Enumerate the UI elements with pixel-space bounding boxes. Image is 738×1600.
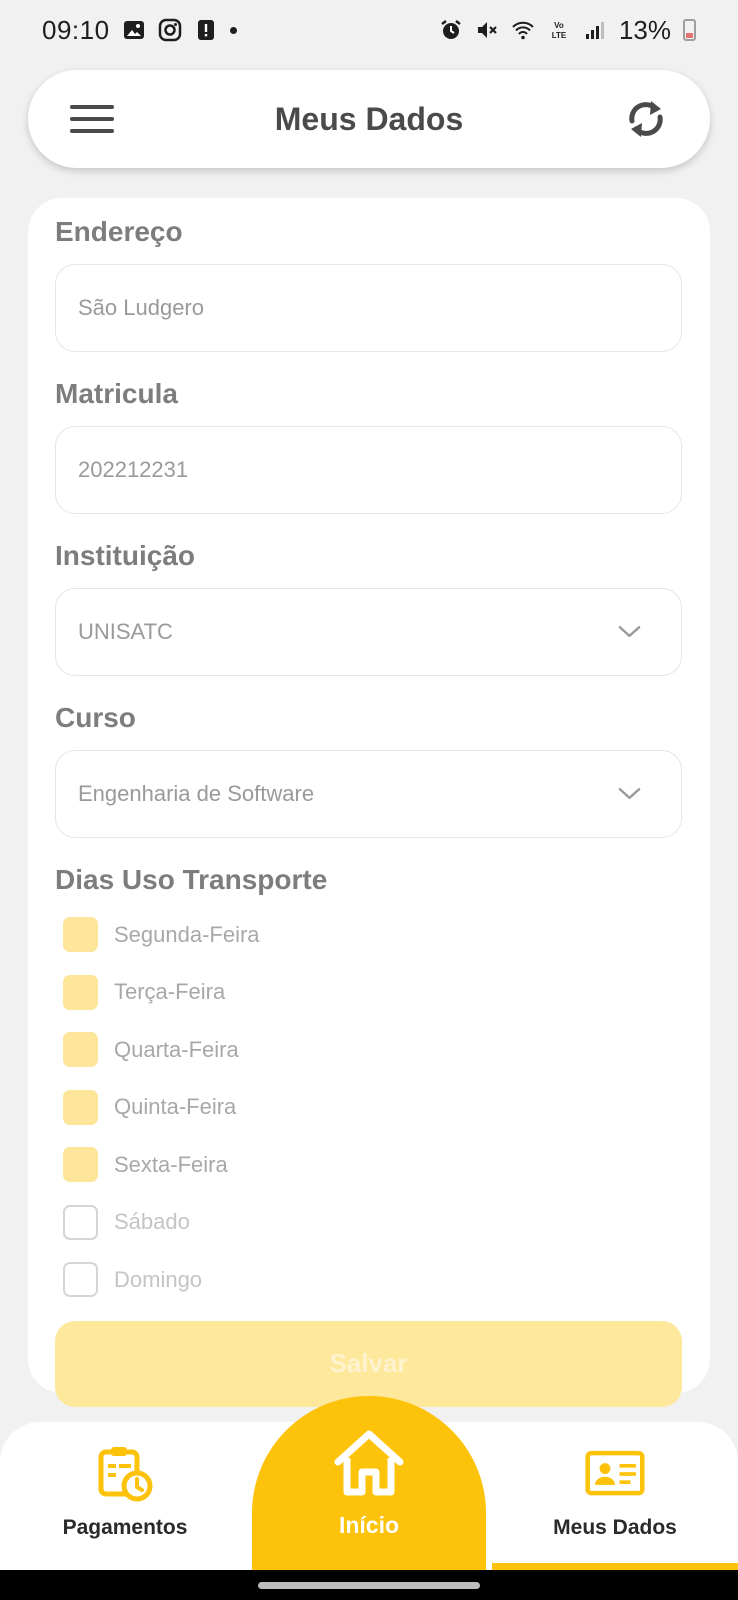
day-option-quinta[interactable]: Quinta-Feira [55, 1079, 683, 1137]
instituicao-value: UNISATC [78, 619, 173, 644]
status-bar: 09:10 Vo LTE 13% [0, 0, 738, 60]
nav-inicio-label: Início [338, 1512, 400, 1538]
hamburger-menu-icon [70, 105, 114, 133]
status-left: 09:10 [42, 15, 237, 46]
day-label: Sábado [114, 1209, 190, 1235]
day-option-sexta[interactable]: Sexta-Feira [55, 1136, 683, 1194]
day-label: Domingo [114, 1266, 203, 1292]
day-label: Sexta-Feira [114, 1151, 228, 1177]
day-option-terca[interactable]: Terça-Feira [55, 964, 683, 1022]
dias-checkbox-list: Segunda-Feira Terça-Feira Quarta-Feira Q… [55, 906, 683, 1309]
checkbox-checked[interactable] [63, 1147, 98, 1183]
alarm-icon [439, 18, 463, 42]
checkbox-checked[interactable] [63, 1032, 98, 1068]
signal-icon [583, 18, 607, 42]
matricula-label: Matricula [55, 378, 178, 409]
checkbox-checked[interactable] [63, 917, 98, 953]
wifi-icon [511, 18, 535, 42]
save-button[interactable]: Salvar [55, 1320, 682, 1407]
curso-label: Curso [55, 702, 136, 733]
form-card: Endereço Matricula Instituição UNISATC C… [28, 198, 710, 1407]
alert-icon [194, 18, 218, 42]
nav-meus-dados[interactable]: Meus Dados [520, 1422, 710, 1570]
svg-text:LTE: LTE [552, 31, 567, 40]
checkbox-unchecked[interactable] [63, 1262, 98, 1298]
day-label: Terça-Feira [114, 979, 226, 1005]
day-option-sabado[interactable]: Sábado [55, 1194, 683, 1252]
gallery-icon [122, 18, 146, 42]
battery-percentage: 13% [618, 14, 671, 45]
instituicao-label: Instituição [55, 540, 196, 571]
id-card-icon [585, 1444, 645, 1504]
battery-icon [683, 19, 696, 41]
chevron-down-icon [618, 788, 641, 800]
day-label: Quarta-Feira [114, 1036, 239, 1062]
status-time: 09:10 [42, 14, 110, 45]
volte-icon: Vo LTE [547, 18, 571, 42]
curso-select[interactable]: Engenharia de Software [55, 750, 682, 838]
sync-icon [629, 101, 663, 137]
home-gesture-handle[interactable] [258, 1582, 480, 1589]
day-option-quarta[interactable]: Quarta-Feira [55, 1021, 683, 1079]
checkbox-checked[interactable] [63, 1089, 98, 1125]
sync-button[interactable] [622, 95, 670, 143]
day-label: Quinta-Feira [114, 1094, 237, 1120]
app-header: Meus Dados [28, 70, 710, 168]
instagram-icon [158, 18, 182, 42]
page-title: Meus Dados [274, 100, 464, 137]
endereco-field[interactable] [55, 264, 682, 352]
endereco-label: Endereço [55, 216, 183, 247]
day-label: Segunda-Feira [114, 921, 260, 947]
endereco-input[interactable] [78, 295, 641, 321]
menu-button[interactable] [68, 95, 116, 143]
checkbox-unchecked[interactable] [63, 1204, 98, 1240]
payment-calendar-icon [95, 1444, 155, 1504]
checkbox-checked[interactable] [63, 974, 98, 1010]
day-option-segunda[interactable]: Segunda-Feira [55, 906, 683, 964]
chevron-down-icon [618, 626, 641, 638]
svg-text:Vo: Vo [554, 21, 564, 30]
home-icon [332, 1426, 406, 1500]
mute-icon [475, 18, 499, 42]
nav-meus-dados-label: Meus Dados [553, 1516, 677, 1539]
status-right: Vo LTE 13% [439, 15, 696, 46]
matricula-field[interactable] [55, 426, 682, 514]
notification-dot [229, 26, 237, 34]
instituicao-select[interactable]: UNISATC [55, 588, 682, 676]
dias-uso-label: Dias Uso Transporte [55, 864, 328, 895]
nav-pagamentos[interactable]: Pagamentos [40, 1422, 210, 1570]
curso-value: Engenharia de Software [78, 781, 315, 806]
matricula-input[interactable] [78, 457, 641, 483]
day-option-domingo[interactable]: Domingo [55, 1251, 683, 1309]
system-nav-bar [0, 1570, 738, 1600]
nav-pagamentos-label: Pagamentos [62, 1516, 188, 1539]
